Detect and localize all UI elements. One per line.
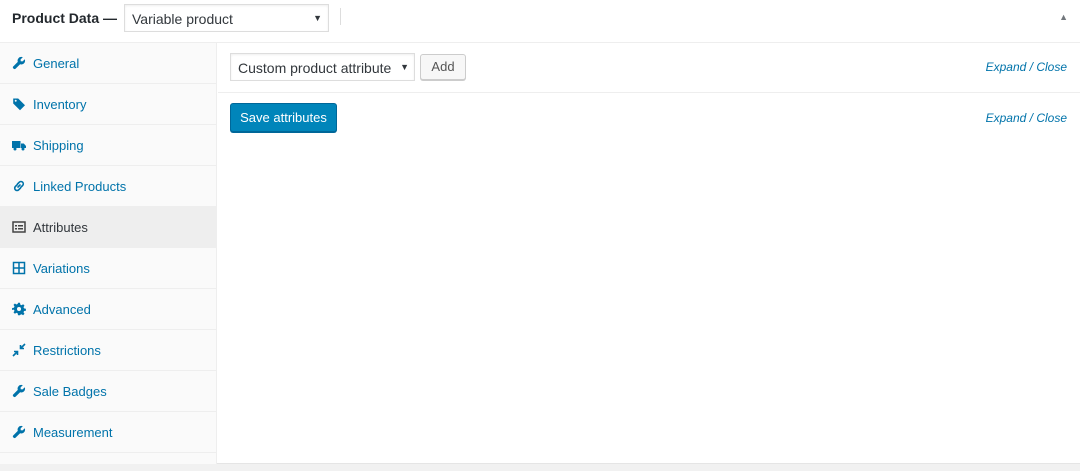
tab-label: Attributes (33, 220, 88, 235)
wrench-icon (12, 425, 26, 439)
expand-close-links: Expand / Close (986, 60, 1067, 74)
tab-advanced[interactable]: Advanced (0, 289, 216, 330)
tab-label: Linked Products (33, 179, 127, 194)
tab-measurement[interactable]: Measurement (0, 412, 216, 453)
tab-variations[interactable]: Variations (0, 248, 216, 289)
save-attributes-button[interactable]: Save attributes (230, 103, 337, 132)
attributes-toolbar: Custom product attribute ▼ Add Expand / … (218, 43, 1080, 93)
truck-icon (12, 138, 26, 152)
tab-label: Inventory (33, 97, 87, 112)
tab-sale-badges[interactable]: Sale Badges (0, 371, 216, 412)
tab-label: Variations (33, 261, 90, 276)
expand-close-links: Expand / Close (986, 111, 1067, 125)
tab-label: General (33, 56, 80, 71)
grid-icon (12, 261, 26, 275)
tab-label: Sale Badges (33, 384, 107, 399)
expand-link[interactable]: Expand (986, 60, 1027, 74)
close-link[interactable]: Close (1036, 60, 1067, 74)
wrench-icon (12, 56, 26, 70)
gear-icon (12, 302, 26, 316)
tab-label: Shipping (33, 138, 84, 153)
chevron-down-icon: ▼ (400, 62, 409, 72)
expand-close-separator: / (1026, 60, 1037, 74)
tab-attributes[interactable]: Attributes (0, 207, 216, 248)
add-attribute-button[interactable]: Add (420, 54, 466, 80)
collapse-panel-icon[interactable]: ▲ (1059, 12, 1068, 22)
tab-restrictions[interactable]: Restrictions (0, 330, 216, 371)
tab-label: Restrictions (33, 343, 101, 358)
product-type-select[interactable]: Variable product ▼ (124, 4, 329, 32)
panel-header: Product Data — Variable product ▼ ▲ (0, 0, 1080, 43)
panel-title: Product Data — (12, 10, 118, 26)
product-type-value: Variable product (132, 11, 233, 27)
tab-inventory[interactable]: Inventory (0, 84, 216, 125)
attribute-taxonomy-select[interactable]: Custom product attribute ▼ (230, 53, 415, 81)
link-icon (12, 179, 26, 193)
product-data-panel: Product Data — Variable product ▼ ▲ Gene… (0, 0, 1080, 464)
chevron-down-icon: ▼ (313, 13, 322, 23)
list-icon (12, 220, 26, 234)
tab-label: Advanced (33, 302, 91, 317)
shrink-icon (12, 343, 26, 357)
attributes-savebar: Save attributes Expand / Close (218, 93, 1080, 143)
expand-close-separator: / (1026, 111, 1037, 125)
attribute-select-value: Custom product attribute (238, 60, 392, 76)
expand-link[interactable]: Expand (986, 111, 1027, 125)
tab-linked-products[interactable]: Linked Products (0, 166, 216, 207)
tab-shipping[interactable]: Shipping (0, 125, 216, 166)
wrench-icon (12, 384, 26, 398)
tab-label: Measurement (33, 425, 113, 440)
product-data-tabs: General Inventory Shipping Linked Produc… (0, 43, 217, 464)
close-link[interactable]: Close (1036, 111, 1067, 125)
tab-general[interactable]: General (0, 43, 216, 84)
tag-icon (12, 97, 26, 111)
header-divider (340, 8, 341, 25)
